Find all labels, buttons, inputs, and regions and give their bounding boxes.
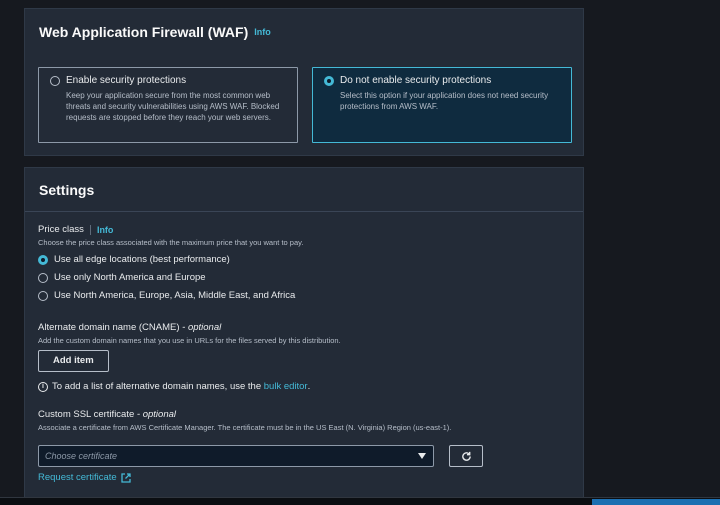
waf-title: Web Application Firewall (WAF) bbox=[39, 24, 249, 40]
waf-option-disable[interactable]: Do not enable security protections Selec… bbox=[312, 67, 572, 143]
ssl-optional: - optional bbox=[136, 409, 177, 420]
certificate-select-placeholder: Choose certificate bbox=[45, 451, 118, 461]
price-class-option-all[interactable]: Use all edge locations (best performance… bbox=[38, 254, 570, 265]
bulk-editor-link[interactable]: bulk editor bbox=[264, 381, 308, 392]
info-circle-icon: i bbox=[38, 381, 48, 392]
certificate-select[interactable]: Choose certificate bbox=[38, 445, 434, 467]
refresh-certificates-button[interactable] bbox=[449, 445, 483, 467]
taskbar bbox=[0, 497, 720, 505]
ssl-label: Custom SSL certificate - optional bbox=[38, 409, 570, 420]
radio-price-all[interactable] bbox=[38, 254, 48, 265]
cname-label-text: Alternate domain name (CNAME) bbox=[38, 322, 180, 333]
waf-option-disable-desc: Select this option if your application d… bbox=[340, 91, 549, 111]
price-class-label: Price class Info bbox=[38, 224, 570, 235]
waf-option-enable[interactable]: Enable security protections Keep your ap… bbox=[38, 67, 298, 143]
ssl-desc: Associate a certificate from AWS Certifi… bbox=[38, 423, 452, 432]
taskbar-indicator bbox=[592, 499, 720, 505]
waf-option-enable-title: Enable security protections bbox=[66, 75, 187, 86]
add-item-button[interactable]: Add item bbox=[38, 350, 109, 372]
settings-panel: Settings Price class Info Choose the pri… bbox=[24, 167, 584, 505]
ssl-label-text: Custom SSL certificate bbox=[38, 409, 135, 420]
settings-title: Settings bbox=[39, 181, 95, 198]
waf-info-link[interactable]: Info bbox=[254, 27, 271, 37]
refresh-icon bbox=[461, 451, 471, 461]
cname-hint: i To add a list of alternative domain na… bbox=[38, 381, 570, 392]
radio-disable-protections[interactable] bbox=[324, 76, 334, 86]
price-class-info-link[interactable]: Info bbox=[89, 224, 113, 235]
settings-body: Price class Info Choose the price class … bbox=[25, 212, 583, 444]
request-certificate-row: Request certificate bbox=[38, 472, 131, 483]
cname-hint-prefix: To add a list of alternative domain name… bbox=[52, 381, 262, 392]
caret-down-icon bbox=[418, 453, 426, 459]
settings-panel-header: Settings bbox=[25, 168, 583, 212]
radio-price-na-eu[interactable] bbox=[38, 272, 48, 283]
page: Web Application Firewall (WAF) Info Enab… bbox=[0, 0, 720, 505]
waf-panel-header: Web Application Firewall (WAF) Info bbox=[25, 9, 583, 55]
request-certificate-link[interactable]: Request certificate bbox=[38, 472, 117, 483]
waf-options: Enable security protections Keep your ap… bbox=[38, 67, 572, 143]
cname-add-row: Add item bbox=[38, 350, 570, 372]
price-class-desc: Choose the price class associated with t… bbox=[38, 238, 304, 247]
cname-optional: - optional bbox=[182, 322, 222, 333]
waf-option-enable-desc: Keep your application secure from the mo… bbox=[66, 91, 280, 122]
price-class-option-na-eu[interactable]: Use only North America and Europe bbox=[38, 272, 570, 283]
price-class-option-na-eu-label: Use only North America and Europe bbox=[54, 272, 206, 283]
price-class-option-na-eu-asia[interactable]: Use North America, Europe, Asia, Middle … bbox=[38, 290, 570, 301]
cname-hint-suffix: . bbox=[307, 381, 311, 392]
price-class-option-na-eu-asia-label: Use North America, Europe, Asia, Middle … bbox=[54, 290, 296, 301]
radio-price-na-eu-asia[interactable] bbox=[38, 290, 48, 301]
radio-enable-protections[interactable] bbox=[50, 76, 60, 86]
price-class-option-all-label: Use all edge locations (best performance… bbox=[54, 254, 230, 265]
external-link-icon bbox=[121, 472, 131, 483]
cname-label: Alternate domain name (CNAME) - optional bbox=[38, 322, 570, 333]
waf-panel: Web Application Firewall (WAF) Info Enab… bbox=[24, 8, 584, 156]
price-class-label-text: Price class bbox=[38, 224, 84, 235]
waf-option-disable-title: Do not enable security protections bbox=[340, 75, 492, 86]
cname-desc: Add the custom domain names that you use… bbox=[38, 336, 341, 345]
